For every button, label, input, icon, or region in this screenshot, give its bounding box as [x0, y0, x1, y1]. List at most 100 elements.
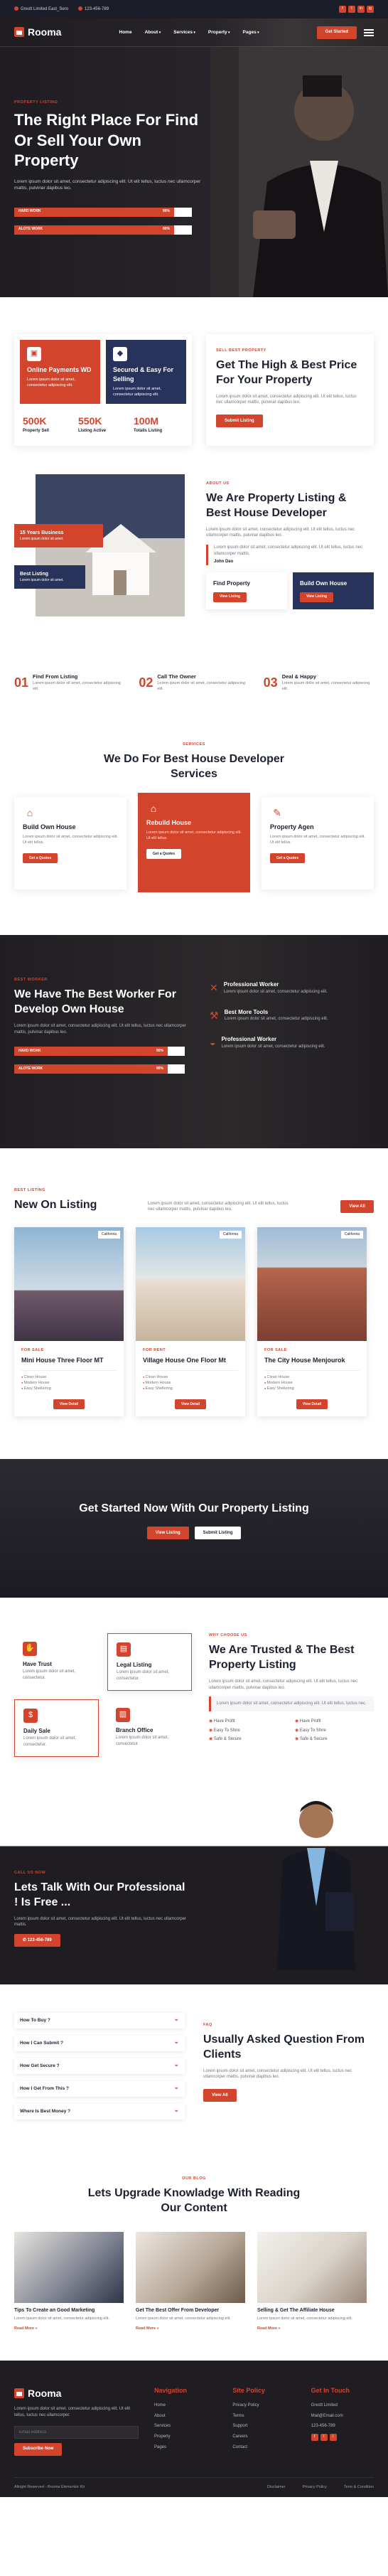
location-tag: California: [340, 1231, 363, 1239]
section-kicker: CALL US NOW: [14, 1871, 46, 1876]
trust-text: Lorem ipsum dolor sit amet, consectetur.: [23, 1736, 77, 1747]
submit-listing-button[interactable]: Submit Listing: [216, 414, 263, 427]
blog-card[interactable]: Get The Best Offer From Developer Lorem i…: [136, 2231, 245, 2332]
listing-card[interactable]: California FOR RENT Village House One Fl…: [136, 1227, 245, 1417]
trust-item: ✋ Have Trust Lorem ipsum dolor sit amet, c…: [14, 1633, 99, 1691]
trust-text: Lorem ipsum dolor sit amet, consectetur.: [117, 1669, 170, 1681]
view-all-button[interactable]: View All: [340, 1200, 374, 1214]
service-text: Lorem ipsum dolor sit amet, consectetur …: [270, 835, 365, 845]
menu-item-property[interactable]: Property: [208, 29, 230, 36]
view-listing-button[interactable]: View Listing: [213, 592, 247, 602]
section-title: Lets Upgrade Knowladge With Reading Our …: [87, 2187, 301, 2214]
view-listing-button[interactable]: View Listing: [146, 1527, 189, 1540]
twitter-icon[interactable]: t: [348, 6, 355, 13]
stat-label: Totalls Listing: [134, 429, 163, 434]
progress-fill: ALOTE WORK 90%: [14, 225, 174, 235]
view-detail-button[interactable]: View Detail: [53, 1399, 85, 1410]
shield-icon: ◆: [113, 347, 127, 361]
get-quote-button[interactable]: Get a Quotes: [23, 853, 58, 864]
talk-section: CALL US NOW Lets Talk With Our Professio…: [0, 1792, 388, 1985]
hammer-icon: ⚒: [210, 1009, 219, 1021]
top-bar: Grestt Limited East_Sero 123-456-789 f t…: [0, 0, 388, 18]
blog-card[interactable]: Selling & Get The Affiliate House Lorem i…: [257, 2231, 367, 2332]
linkedin-icon[interactable]: in: [357, 6, 365, 13]
house-logo-icon: [14, 2388, 24, 2398]
instagram-icon[interactable]: ig: [367, 6, 374, 13]
hero-section: Rooma Home About Services Property Pages…: [0, 18, 388, 297]
twitter-icon[interactable]: t: [320, 2433, 328, 2441]
handshake-icon: ✋: [23, 1642, 37, 1657]
facebook-icon[interactable]: f: [339, 6, 346, 13]
social-links: f t in ig: [339, 6, 374, 13]
listing-card[interactable]: California FOR SALE The City House Menjo…: [257, 1227, 367, 1417]
worker-content: BEST WORKER We Have The Best Worker For …: [14, 978, 188, 1106]
get-started-button[interactable]: Get Started: [316, 26, 357, 39]
call-button[interactable]: ✆ 123-456-789: [14, 1934, 60, 1947]
get-quote-button[interactable]: Get a Quotes: [270, 853, 306, 864]
trust-item: $ Daily Sale Lorem ipsum dolor sit amet, c…: [14, 1699, 99, 1758]
terms-link[interactable]: Term & Condition: [344, 2485, 374, 2491]
read-more-link[interactable]: Read More »: [257, 2326, 367, 2332]
talk-content: CALL US NOW Lets Talk With Our Professio…: [14, 1871, 192, 1947]
location-icon: [14, 6, 18, 11]
hamburger-menu-icon[interactable]: [364, 28, 374, 36]
service-title: Property Agen: [270, 823, 314, 831]
stat-value: 550K: [78, 415, 102, 427]
listing-title: Village House One Floor Mt: [143, 1357, 226, 1364]
menu-item-services[interactable]: Services: [173, 29, 195, 36]
post-title[interactable]: Selling & Get The Affiliate House: [257, 2307, 367, 2314]
section-kicker: SELL BEST PROPERTY: [216, 348, 266, 353]
about-section: 15 Years Business Lorem ipsum dolor sit …: [0, 474, 388, 666]
privacy-link[interactable]: Privacy Policy: [303, 2485, 327, 2491]
brand-logo[interactable]: Rooma: [14, 25, 61, 39]
faq-question[interactable]: How Get Secure ?: [14, 2058, 185, 2075]
listing-title: The City House Menjourok: [264, 1357, 345, 1364]
footer-about: Rooma Lorem ipsum dolor sit amet, consec…: [14, 2386, 139, 2456]
faq-question[interactable]: How I Get From This ?: [14, 2081, 185, 2097]
step-number: 01: [14, 675, 29, 690]
section-kicker: SERVICES: [183, 742, 205, 747]
post-title[interactable]: Get The Best Offer From Developer: [136, 2307, 245, 2314]
stat-item: 550K Listing Active: [78, 414, 128, 434]
view-detail-button[interactable]: View Detail: [296, 1399, 328, 1410]
facebook-icon[interactable]: f: [311, 2433, 318, 2441]
read-more-link[interactable]: Read More »: [136, 2326, 245, 2332]
location-info: Grestt Limited East_Sero: [14, 6, 68, 13]
footer-logo[interactable]: Rooma: [14, 2386, 139, 2400]
view-detail-button[interactable]: View Detail: [174, 1399, 207, 1410]
trust-title: Branch Office: [116, 1727, 153, 1734]
read-more-link[interactable]: Read More »: [14, 2326, 124, 2332]
menu-item-about[interactable]: About: [145, 29, 161, 36]
listing-title: Mini House Three Floor MT: [21, 1357, 104, 1364]
agent-photo: [277, 1801, 355, 1971]
newsletter-email-input[interactable]: [14, 2425, 139, 2439]
services-section: SERVICES We Do For Best House Developer …: [0, 728, 388, 936]
menu-item-pages[interactable]: Pages: [243, 29, 259, 36]
view-all-faq-button[interactable]: View All: [203, 2089, 237, 2102]
tools-icon: ✕: [210, 982, 218, 994]
disclaimer-link[interactable]: Disclaimer: [267, 2485, 286, 2491]
faq-question[interactable]: How To Buy ?: [14, 2013, 185, 2029]
footer-heading: Navigation: [154, 2386, 188, 2394]
phone-icon: [78, 6, 83, 11]
feature-list: Clean HouseModern HouseEasy Shellering: [264, 1370, 360, 1392]
menu-item-home[interactable]: Home: [119, 29, 132, 36]
listing-card[interactable]: California FOR SALE Mini House Three Flo…: [14, 1227, 124, 1417]
faq-question[interactable]: Where Is Best Money ?: [14, 2104, 185, 2120]
progress-bar: HARD WORK 90%: [14, 1047, 188, 1057]
service-card: ⌂ Build Own House Lorem ipsum dolor sit am…: [14, 797, 126, 890]
post-title[interactable]: Tips To Create an Good Marketing: [14, 2307, 124, 2314]
blog-card[interactable]: Tips To Create an Good Marketing Lorem ip…: [14, 2231, 124, 2332]
subscribe-button[interactable]: Subscribe Now: [14, 2442, 63, 2456]
section-text: Lorem ipsum dolor sit amet, consectetur …: [14, 1916, 187, 1928]
price-card: SELL BEST PROPERTY Get The High & Best P…: [206, 334, 374, 446]
instagram-icon[interactable]: i: [329, 2433, 337, 2441]
section-text: Lorem ipsum dolor sit amet, consectetur …: [14, 1023, 187, 1035]
progress-label: HARD WORK: [18, 209, 41, 214]
stat-value: 100M: [134, 415, 159, 427]
submit-listing-button[interactable]: Submit Listing: [194, 1527, 242, 1540]
section-text: Lorem ipsum dolor sit amet, consectetur …: [209, 1679, 358, 1690]
view-listing-button[interactable]: View Listing: [300, 592, 334, 602]
get-quote-button[interactable]: Get a Quotes: [146, 849, 182, 860]
faq-question[interactable]: How I Can Submit ?: [14, 2036, 185, 2052]
